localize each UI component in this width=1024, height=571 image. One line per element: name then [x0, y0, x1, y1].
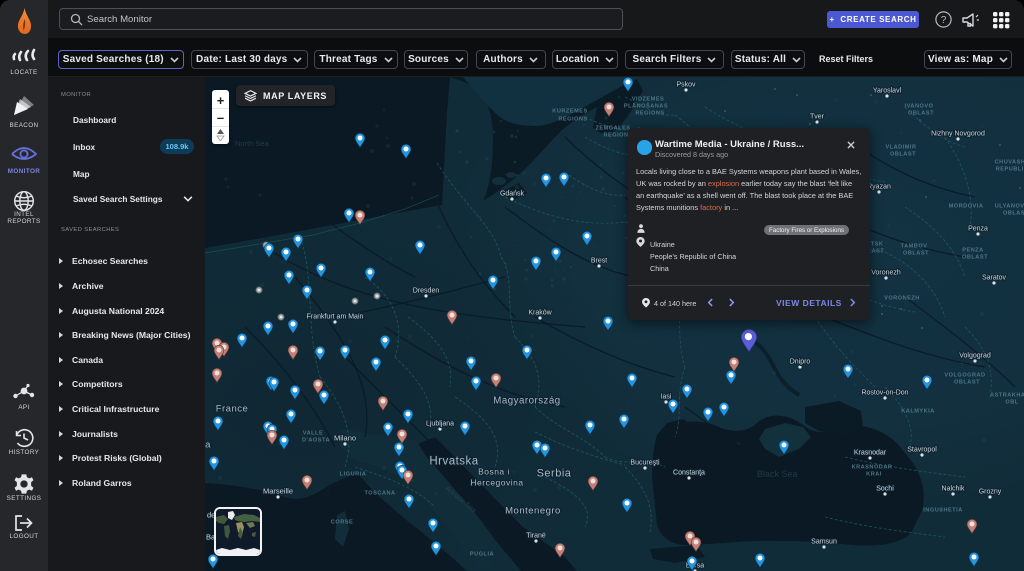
svg-text:Gdańsk: Gdańsk [500, 191, 525, 198]
svg-text:Tiranë: Tiranë [526, 533, 546, 540]
svg-text:D'AOSTA: D'AOSTA [302, 438, 330, 444]
svg-text:KALMYKIA: KALMYKIA [901, 409, 935, 415]
svg-text:Saratov: Saratov [982, 275, 1007, 282]
svg-text:KRAI: KRAI [866, 472, 882, 478]
svg-text:Volgograd: Volgograd [959, 353, 991, 360]
svg-text:PUGLIA: PUGLIA [470, 552, 494, 558]
svg-text:VIDZEMES: VIDZEMES [632, 97, 665, 103]
svg-text:Magyarország: Magyarország [493, 396, 560, 407]
svg-text:MORDOVIA: MORDOVIA [949, 204, 984, 210]
svg-text:VORONEZH: VORONEZH [884, 296, 920, 302]
svg-text:Dresden: Dresden [413, 288, 440, 295]
svg-text:Hercegovina: Hercegovina [470, 478, 523, 488]
svg-text:TOSCANA: TOSCANA [364, 491, 395, 497]
svg-text:ULYANOVSK: ULYANOVSK [995, 204, 1024, 210]
svg-text:Marseille: Marseille [263, 487, 293, 496]
svg-text:Iasi: Iasi [661, 394, 672, 401]
svg-text:Bosna i: Bosna i [478, 467, 510, 477]
svg-text:PLĀNOŠANAS: PLĀNOŠANAS [624, 102, 668, 110]
svg-text:Frankfurt am Main: Frankfurt am Main [307, 314, 364, 321]
svg-text:Ljubljana: Ljubljana [426, 421, 454, 428]
svg-text:Rostov-on-Don: Rostov-on-Don [861, 390, 908, 397]
svg-text:Nalchik: Nalchik [942, 486, 965, 493]
svg-text:CHUVASH: CHUVASH [995, 160, 1024, 166]
svg-text:OBLAST: OBLAST [903, 251, 929, 257]
svg-text:Hrvatska: Hrvatska [429, 456, 478, 468]
svg-text:Brest: Brest [591, 258, 607, 265]
svg-text:INGUSHETIA: INGUSHETIA [923, 508, 963, 514]
svg-text:OBLAST: OBLAST [954, 380, 980, 386]
svg-text:CORSE: CORSE [331, 520, 353, 526]
svg-text:Pskov: Pskov [676, 82, 696, 89]
svg-text:OBLAST: OBLAST [908, 111, 934, 117]
svg-text:Black Sea: Black Sea [757, 469, 798, 479]
svg-text:OBLAST: OBLAST [1003, 211, 1024, 217]
svg-text:VOLGOGRAD: VOLGOGRAD [944, 373, 985, 379]
svg-text:VLADIMIR: VLADIMIR [885, 145, 916, 151]
svg-text:OBLAST: OBLAST [890, 152, 916, 158]
svg-text:a: a [205, 440, 211, 451]
svg-text:Ryazan: Ryazan [867, 184, 891, 191]
svg-text:Nizhny Novgorod: Nizhny Novgorod [931, 131, 985, 138]
svg-text:ZEMGALES: ZEMGALES [595, 126, 630, 132]
svg-text:Milano: Milano [334, 434, 356, 443]
svg-text:Grozny: Grozny [979, 489, 1002, 496]
svg-text:Voronezh: Voronezh [871, 270, 901, 277]
svg-text:IVANOVO: IVANOVO [905, 104, 934, 110]
svg-text:TAMBOV: TAMBOV [901, 244, 928, 250]
svg-text:OBLAST: OBLAST [962, 255, 988, 261]
svg-text:KURZEMES: KURZEMES [552, 109, 587, 115]
svg-text:Montenegro: Montenegro [505, 506, 561, 517]
svg-text:OBL: OBL [1005, 400, 1018, 406]
svg-text:Penza: Penza [968, 226, 988, 233]
svg-text:North Sea: North Sea [235, 139, 270, 148]
svg-text:ASTRAKHAN: ASTRAKHAN [990, 393, 1024, 399]
svg-text:REGIONS: REGIONS [558, 117, 587, 123]
svg-text:Yaroslavl: Yaroslavl [873, 88, 902, 95]
svg-text:Tver: Tver [810, 114, 825, 121]
svg-text:Stavropol: Stavropol [907, 447, 937, 454]
svg-text:KRASNODAR: KRASNODAR [852, 465, 893, 471]
svg-text:REPUBLIC: REPUBLIC [996, 167, 1024, 173]
svg-text:REGIONS: REGIONS [635, 111, 664, 117]
svg-text:VALLE: VALLE [303, 431, 323, 437]
svg-text:Kraków: Kraków [528, 310, 552, 317]
svg-text:PENZA: PENZA [962, 248, 983, 254]
svg-text:?: ? [941, 15, 947, 26]
svg-text:Sochi: Sochi [876, 486, 894, 493]
svg-text:Serbia: Serbia [537, 468, 572, 480]
svg-text:LAST: LAST [868, 249, 885, 255]
svg-text:France: France [216, 404, 249, 415]
svg-text:Krasnodar: Krasnodar [854, 450, 887, 457]
svg-text:Samsun: Samsun [811, 539, 837, 546]
svg-text:Dnipro: Dnipro [790, 359, 811, 366]
svg-text:LIGURIA: LIGURIA [340, 472, 367, 478]
svg-text:REGION: REGION [603, 133, 628, 139]
svg-text:Bucureşti: Bucureşti [630, 460, 660, 467]
svg-text:Constanţa: Constanţa [673, 470, 705, 477]
